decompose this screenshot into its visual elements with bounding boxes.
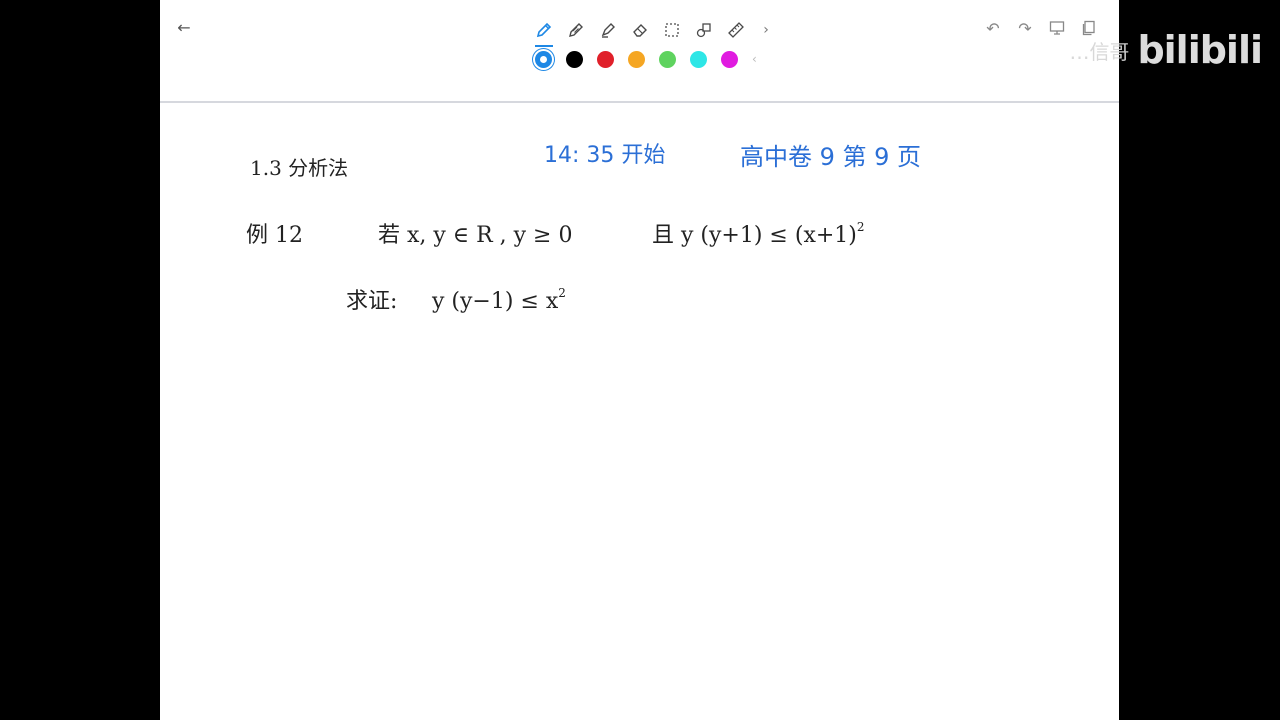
- superscript-2: 2: [558, 286, 566, 300]
- active-tool-indicator: [535, 45, 553, 47]
- superscript-2: 2: [856, 220, 865, 234]
- pencil-tool-icon: [569, 23, 583, 37]
- color-swatch-cyan[interactable]: [690, 50, 707, 68]
- notes-app-window: ← › ‹ ↶ ↷ 1.3 分析法 14: 35 开始 高中卷 9 第 9 页 …: [160, 0, 1119, 720]
- undo-icon: ↶: [986, 18, 1000, 38]
- shapes-tool-button[interactable]: [693, 19, 715, 41]
- example-label: 例 12: [246, 223, 303, 248]
- eraser-tool-button[interactable]: [629, 19, 651, 41]
- color-palette: ‹: [535, 49, 757, 69]
- ruler-tool-icon: [728, 22, 744, 38]
- color-swatch-black[interactable]: [566, 50, 583, 68]
- example-condition-2-text: 且 y (y+1) ≤ (x+1): [652, 223, 857, 248]
- prove-label: 求证:: [346, 289, 398, 314]
- example-condition-2: 且 y (y+1) ≤ (x+1)2: [652, 221, 865, 248]
- highlighter-tool-button[interactable]: [597, 19, 619, 41]
- lasso-select-button[interactable]: [661, 19, 683, 41]
- undo-button[interactable]: ↶: [983, 18, 1003, 38]
- chevron-left-icon[interactable]: ‹: [752, 52, 757, 66]
- chevron-right-icon: ›: [763, 22, 769, 38]
- prove-expression: y (y−1) ≤ x2: [432, 287, 566, 314]
- monitor-icon: [1049, 21, 1065, 35]
- color-swatch-magenta[interactable]: [721, 50, 738, 68]
- back-arrow-icon: ←: [177, 18, 191, 37]
- section-heading: 1.3 分析法: [250, 156, 349, 180]
- prove-expression-text: y (y−1) ≤ x: [432, 289, 559, 314]
- pen-tool-icon: [536, 22, 552, 38]
- start-time-note: 14: 35 开始: [544, 143, 666, 168]
- bilibili-logo: bilibili: [1137, 28, 1263, 72]
- toolbar: ← › ‹ ↶ ↷: [160, 0, 1119, 103]
- color-swatch-green[interactable]: [659, 50, 676, 68]
- tool-palette: ›: [533, 18, 775, 47]
- ruler-tool-button[interactable]: [725, 19, 747, 41]
- back-button[interactable]: ←: [174, 18, 194, 38]
- eraser-tool-icon: [633, 24, 647, 37]
- color-swatch-orange[interactable]: [628, 50, 645, 68]
- color-swatch-red[interactable]: [597, 50, 614, 68]
- shapes-tool-icon: [696, 23, 711, 38]
- writing-canvas[interactable]: 1.3 分析法 14: 35 开始 高中卷 9 第 9 页 例 12 若 x, …: [160, 103, 1119, 720]
- source-note: 高中卷 9 第 9 页: [740, 143, 922, 171]
- redo-icon: ↷: [1018, 18, 1032, 38]
- more-tools-button[interactable]: ›: [757, 19, 775, 41]
- pencil-tool-button[interactable]: [565, 19, 587, 41]
- highlighter-tool-icon: [601, 23, 615, 38]
- present-button[interactable]: [1047, 18, 1067, 38]
- pen-tool-button[interactable]: [533, 19, 555, 47]
- lasso-select-icon: [665, 23, 679, 37]
- uploader-name: …信哥: [1069, 39, 1130, 64]
- redo-button[interactable]: ↷: [1015, 18, 1035, 38]
- example-condition-1: 若 x, y ∈ R , y ≥ 0: [378, 223, 573, 248]
- color-swatch-blue[interactable]: [535, 50, 552, 68]
- bilibili-watermark: …信哥 bilibili: [1069, 28, 1263, 72]
